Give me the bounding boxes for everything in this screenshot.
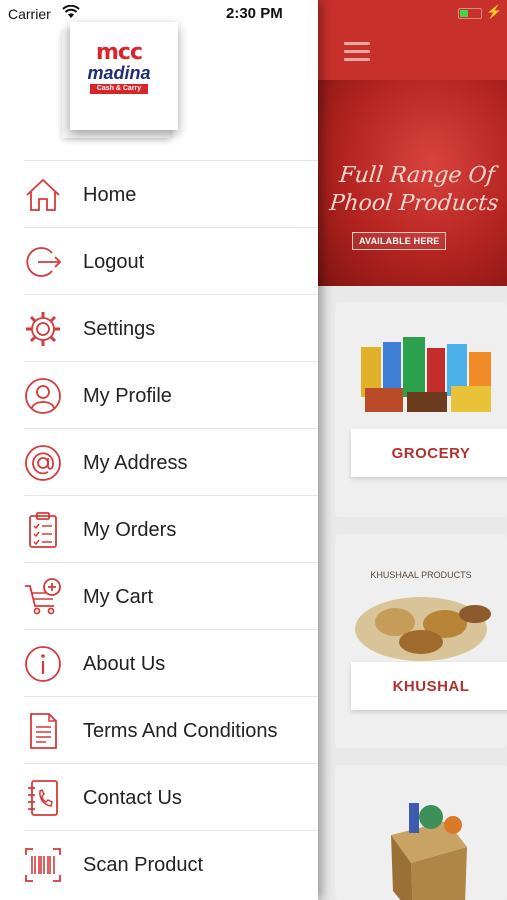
logo-tag: Cash & Carry — [90, 84, 148, 94]
wifi-icon — [62, 5, 80, 18]
info-icon — [25, 646, 61, 682]
charging-icon: ⚡ — [486, 4, 503, 19]
menu-label: My Profile — [83, 385, 172, 407]
at-icon — [25, 445, 61, 481]
cart-add-icon — [25, 578, 61, 615]
menu-label: Home — [83, 184, 137, 206]
menu-item-my-profile[interactable]: My Profile — [24, 361, 318, 428]
menu-label: Logout — [83, 251, 145, 273]
menu-item-terms[interactable]: Terms And Conditions — [24, 696, 318, 763]
menu-item-settings[interactable]: Settings — [24, 294, 318, 361]
logo-mark: mcc — [95, 40, 143, 65]
gear-icon — [26, 312, 60, 346]
category-caption: KHUSHAAL PRODUCTS — [370, 570, 471, 580]
promo-banner[interactable]: Full Range Of Phool Products AVAILABLE H… — [318, 80, 507, 286]
user-icon — [25, 378, 61, 414]
menu-item-contact-us[interactable]: Contact Us — [24, 763, 318, 830]
barcode-icon — [25, 848, 61, 882]
battery-icon — [458, 8, 482, 19]
menu-item-my-orders[interactable]: My Orders — [24, 495, 318, 562]
category-label: KHUSHAL — [351, 662, 507, 710]
navigation-drawer: mcc madina Cash & Carry Home Logout Sett… — [0, 0, 318, 900]
menu-label: Terms And Conditions — [83, 720, 278, 742]
menu-label: My Orders — [83, 519, 177, 541]
home-icon — [26, 178, 60, 211]
status-bar: Carrier 2:30 PM ⚡ — [0, 0, 507, 30]
menu-item-logout[interactable]: Logout — [24, 227, 318, 294]
menu-item-scan-product[interactable]: Scan Product — [24, 830, 318, 900]
clipboard-icon — [29, 512, 57, 548]
menu-item-about-us[interactable]: About Us — [24, 629, 318, 696]
menu-item-my-address[interactable]: My Address — [24, 428, 318, 495]
menu-label: My Address — [83, 452, 188, 474]
menu-item-my-cart[interactable]: My Cart — [24, 562, 318, 629]
document-icon — [30, 713, 57, 749]
logo-name: madina — [87, 63, 151, 83]
banner-title: Full Range Of Phool Products — [328, 163, 500, 216]
logo-text: mcc madina Cash & Carry — [80, 42, 158, 108]
clock: 2:30 PM — [226, 5, 283, 22]
menu-label: My Cart — [83, 586, 153, 608]
category-card-khushal[interactable]: KHUSHAAL PRODUCTS KHUSHAL — [335, 534, 507, 748]
box-products-image — [391, 803, 467, 900]
hamburger-menu-icon[interactable] — [344, 42, 370, 62]
logout-icon — [26, 247, 62, 277]
carrier-label: Carrier — [8, 6, 51, 22]
category-card-3[interactable] — [335, 765, 507, 900]
menu-label: About Us — [83, 653, 166, 675]
phone-book-icon — [28, 780, 58, 816]
category-card-grocery[interactable]: GROCERY — [335, 302, 507, 517]
menu-item-home[interactable]: Home — [24, 160, 318, 227]
menu-label: Scan Product — [83, 854, 204, 876]
menu-label: Settings — [83, 318, 156, 340]
drawer-menu: Home Logout Settings My Profile My Addre… — [0, 160, 318, 900]
category-label: GROCERY — [351, 429, 507, 477]
banner-button[interactable]: AVAILABLE HERE — [352, 232, 447, 250]
menu-label: Contact Us — [83, 787, 182, 809]
brand-logo: mcc madina Cash & Carry — [56, 14, 186, 150]
